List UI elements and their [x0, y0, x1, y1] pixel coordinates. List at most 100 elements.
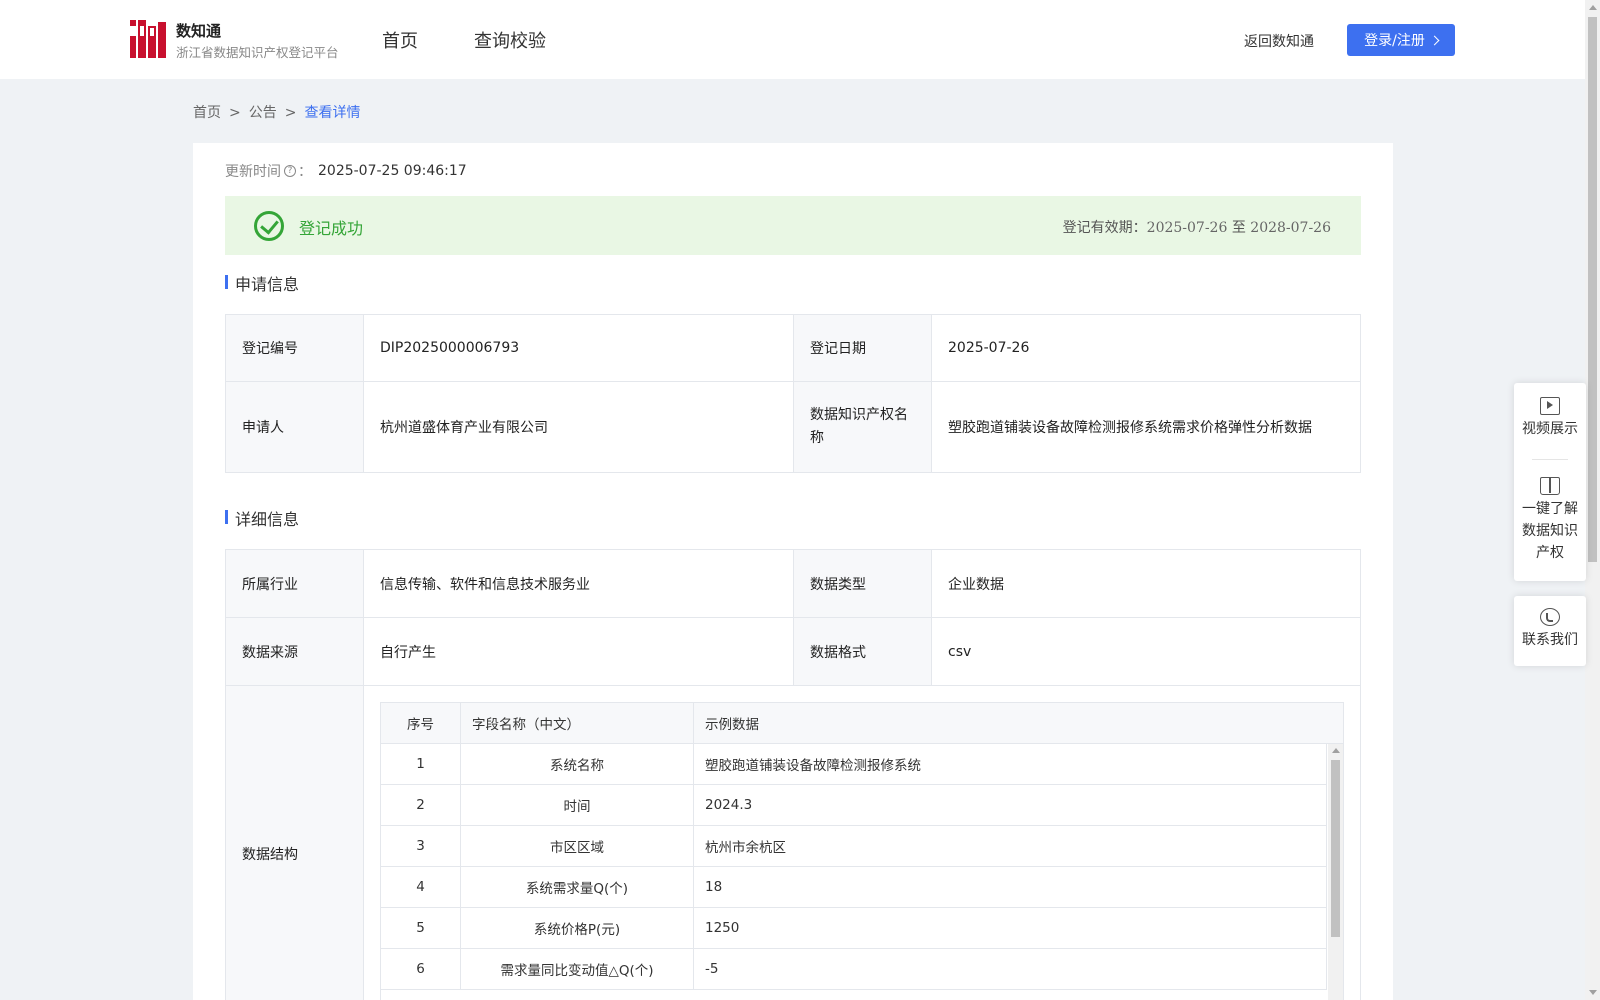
scrollbar-thumb[interactable]	[1588, 17, 1597, 562]
data-type-label: 数据类型	[793, 549, 932, 618]
breadcrumb-current: 查看详情	[304, 105, 361, 121]
section-title-apply: 申请信息	[225, 271, 299, 295]
table-row: 3 市区区域 杭州市余杭区	[381, 826, 1327, 867]
table-row: 2 时间 2024.3	[381, 785, 1327, 826]
reg-date-label: 登记日期	[793, 314, 932, 382]
update-time-value: 2025-07-25 09:46:17	[318, 163, 467, 179]
breadcrumb: 首页 > 公告 > 查看详情	[193, 102, 366, 122]
applicant-label: 申请人	[225, 381, 364, 473]
cell-index: 3	[381, 826, 461, 866]
cell-sample-data: 杭州市余杭区	[694, 826, 1327, 866]
page-scrollbar[interactable]	[1585, 0, 1600, 1000]
cell-sample-data: 塑胶跑道铺装设备故障检测报修系统	[694, 744, 1327, 784]
cell-field-name: 系统需求量Q(个)	[461, 867, 694, 907]
question-circle-icon[interactable]: ?	[284, 165, 296, 177]
ip-name-label: 数据知识产权名称	[793, 381, 932, 473]
data-structure-table: 序号 字段名称（中文） 示例数据 1 系统名称 塑胶跑道铺装设备故障检测报修系统…	[380, 702, 1344, 1000]
data-format-value: csv	[931, 617, 1361, 686]
video-showcase-label: 视频展示	[1522, 421, 1578, 437]
section-title-detail: 详细信息	[225, 506, 299, 530]
back-to-shuzhitong-link[interactable]: 返回数知通	[1244, 31, 1314, 51]
scrollbar-thumb[interactable]	[1331, 760, 1340, 937]
validity-label: 登记有效期：	[1062, 220, 1147, 236]
reg-no-label: 登记编号	[225, 314, 364, 382]
table-row: 申请人 杭州道盛体育产业有限公司 数据知识产权名称 塑胶跑道铺装设备故障检测报修…	[225, 381, 1361, 473]
apply-info-table: 登记编号 DIP2025000006793 登记日期 2025-07-26 申请…	[225, 314, 1361, 473]
reg-no-value: DIP2025000006793	[363, 314, 794, 382]
table-row: 数据来源 自行产生 数据格式 csv	[225, 617, 1361, 686]
ip-name-value: 塑胶跑道铺装设备故障检测报修系统需求价格弹性分析数据	[931, 381, 1361, 473]
cell-field-name: 系统价格P(元)	[461, 908, 694, 948]
scroll-up-arrow[interactable]	[1332, 748, 1340, 753]
structure-table-header: 序号 字段名称（中文） 示例数据	[381, 703, 1343, 744]
nav-home[interactable]: 首页	[382, 27, 418, 53]
data-type-value: 企业数据	[931, 549, 1361, 618]
cell-index: 2	[381, 785, 461, 825]
table-row: 1 系统名称 塑胶跑道铺装设备故障检测报修系统	[381, 744, 1327, 785]
cell-sample-data: 18	[694, 867, 1327, 907]
cell-sample-data: -5	[694, 949, 1327, 989]
top-header: 数知通 浙江省数据知识产权登记平台 首页 查询校验 返回数知通 登录/注册	[0, 0, 1585, 79]
data-structure-cell: 序号 字段名称（中文） 示例数据 1 系统名称 塑胶跑道铺装设备故障检测报修系统…	[363, 685, 1361, 1000]
chevron-right-icon	[1429, 35, 1440, 46]
data-structure-label: 数据结构	[225, 685, 364, 1000]
validity-from: 2025-07-26	[1146, 220, 1228, 236]
update-time-colon: ：	[298, 164, 312, 180]
structure-table-scrollbar[interactable]	[1328, 744, 1343, 1000]
nav-query-verify[interactable]: 查询校验	[474, 27, 546, 53]
cell-index: 1	[381, 744, 461, 784]
table-row: 5 系统价格P(元) 1250	[381, 908, 1327, 949]
industry-label: 所属行业	[225, 549, 364, 618]
scroll-up-arrow[interactable]	[1589, 5, 1597, 10]
cell-field-name: 时间	[461, 785, 694, 825]
breadcrumb-separator: >	[284, 105, 297, 121]
update-time-row: 更新时间 ? ： 2025-07-25 09:46:17	[225, 161, 467, 181]
col-header-index: 序号	[381, 703, 461, 743]
scroll-down-arrow[interactable]	[1589, 990, 1597, 995]
cell-index: 6	[381, 949, 461, 989]
validity-period: 登记有效期：2025-07-26 至 2028-07-26	[1063, 217, 1331, 237]
phone-icon	[1540, 608, 1560, 626]
applicant-value: 杭州道盛体育产业有限公司	[363, 381, 794, 473]
data-source-value: 自行产生	[363, 617, 794, 686]
breadcrumb-home[interactable]: 首页	[193, 105, 221, 121]
learn-data-ip-button[interactable]: 一键了解数据知识产权	[1514, 477, 1586, 564]
table-row: 数据结构 序号 字段名称（中文） 示例数据 1 系统名称 塑胶跑道铺装设备故障检…	[225, 685, 1361, 1000]
col-header-sample-data: 示例数据	[705, 717, 759, 733]
contact-us-label: 联系我们	[1522, 632, 1578, 648]
cell-field-name: 系统名称	[461, 744, 694, 784]
detail-card: 更新时间 ? ： 2025-07-25 09:46:17 登记成功 登记有效期：…	[193, 143, 1393, 1000]
industry-value: 信息传输、软件和信息技术服务业	[363, 549, 794, 618]
col-header-field-name: 字段名称（中文）	[461, 703, 694, 743]
cell-field-name: 需求量同比变动值△Q(个)	[461, 949, 694, 989]
brand-logo[interactable]	[130, 20, 166, 58]
validity-to-word: 至	[1231, 220, 1246, 236]
floating-side-panel: 视频展示 一键了解数据知识产权	[1514, 383, 1586, 581]
data-format-label: 数据格式	[793, 617, 932, 686]
detail-info-table: 所属行业 信息传输、软件和信息技术服务业 数据类型 企业数据 数据来源 自行产生…	[225, 549, 1361, 1000]
cell-field-name: 市区区域	[461, 826, 694, 866]
brand-name: 数知通	[176, 22, 222, 40]
video-showcase-button[interactable]: 视频展示	[1514, 397, 1586, 440]
side-divider	[1532, 459, 1568, 460]
table-row: 4 系统需求量Q(个) 18	[381, 867, 1327, 908]
login-register-label: 登录/注册	[1364, 33, 1425, 49]
cell-index: 5	[381, 908, 461, 948]
status-text: 登记成功	[299, 219, 364, 238]
login-register-button[interactable]: 登录/注册	[1347, 24, 1455, 56]
reg-date-value: 2025-07-26	[931, 314, 1361, 382]
registration-status-banner: 登记成功 登记有效期：2025-07-26 至 2028-07-26	[225, 196, 1361, 255]
structure-table-body[interactable]: 1 系统名称 塑胶跑道铺装设备故障检测报修系统 2 时间 2024.3 3 市区…	[381, 744, 1343, 1000]
table-row: 登记编号 DIP2025000006793 登记日期 2025-07-26	[225, 314, 1361, 382]
update-time-label: 更新时间	[225, 164, 281, 180]
contact-us-button[interactable]: 联系我们	[1514, 608, 1586, 651]
breadcrumb-notice[interactable]: 公告	[249, 105, 277, 121]
check-circle-icon	[254, 211, 284, 241]
learn-data-ip-label: 一键了解数据知识产权	[1522, 501, 1578, 561]
video-icon	[1540, 397, 1560, 415]
cell-index: 4	[381, 867, 461, 907]
cell-sample-data: 2024.3	[694, 785, 1327, 825]
cell-sample-data: 1250	[694, 908, 1327, 948]
book-icon	[1540, 477, 1560, 495]
validity-to: 2028-07-26	[1250, 220, 1331, 236]
